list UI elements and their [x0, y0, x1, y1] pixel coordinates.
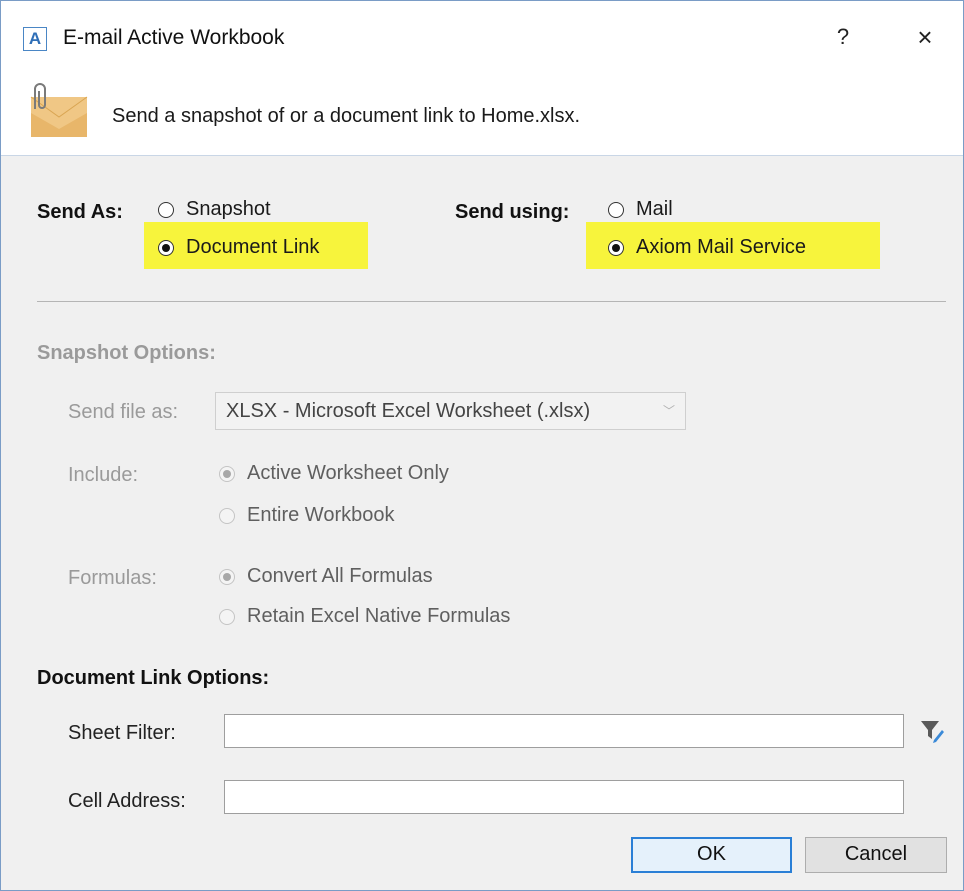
- close-button[interactable]: ×: [903, 19, 947, 55]
- cancel-button[interactable]: Cancel: [805, 837, 947, 873]
- header-description: Send a snapshot of or a document link to…: [112, 105, 581, 127]
- ok-button[interactable]: OK: [631, 837, 792, 873]
- radio-checked-icon[interactable]: [608, 239, 624, 256]
- formulas-label: Formulas:: [68, 567, 157, 589]
- formulas-retain-label: Retain Excel Native Formulas: [247, 605, 511, 627]
- radio-checked-icon[interactable]: [219, 568, 235, 585]
- dialog-header: Send a snapshot of or a document link to…: [1, 75, 963, 156]
- send-using-axiom-option[interactable]: Axiom Mail Service: [608, 236, 806, 259]
- radio-unchecked-icon[interactable]: [158, 201, 174, 218]
- send-using-mail-option[interactable]: Mail: [608, 198, 673, 221]
- email-workbook-dialog: A E-mail Active Workbook ? × Send a snap…: [0, 0, 964, 891]
- send-as-label: Send As:: [37, 201, 123, 223]
- formulas-convert-label: Convert All Formulas: [247, 565, 433, 587]
- send-as-snapshot-label: Snapshot: [186, 198, 271, 220]
- send-file-as-label: Send file as:: [68, 401, 179, 423]
- title-bar: A E-mail Active Workbook ? ×: [1, 1, 963, 75]
- include-label: Include:: [68, 464, 139, 486]
- send-using-axiom-label: Axiom Mail Service: [636, 236, 807, 258]
- send-using-mail-label: Mail: [636, 198, 673, 220]
- send-file-as-value: XLSX - Microsoft Excel Worksheet (.xlsx): [226, 400, 591, 422]
- dialog-body: Send As: Snapshot Document Link Send usi…: [1, 156, 963, 890]
- include-entire-workbook-label: Entire Workbook: [247, 504, 395, 526]
- include-entire-workbook-option[interactable]: Entire Workbook: [219, 504, 394, 527]
- send-as-snapshot-option[interactable]: Snapshot: [158, 198, 271, 221]
- mail-attachment-icon: [27, 83, 91, 144]
- filter-edit-icon[interactable]: [919, 718, 945, 749]
- formulas-retain-option[interactable]: Retain Excel Native Formulas: [219, 605, 510, 628]
- radio-unchecked-icon[interactable]: [219, 608, 235, 625]
- radio-unchecked-icon[interactable]: [219, 507, 235, 524]
- document-link-options-heading: Document Link Options:: [37, 667, 270, 689]
- section-divider: [37, 301, 946, 302]
- chevron-down-icon: ﹀: [662, 404, 675, 418]
- cell-address-label: Cell Address:: [68, 790, 186, 812]
- include-active-worksheet-label: Active Worksheet Only: [247, 462, 449, 484]
- app-icon: A: [23, 27, 47, 51]
- radio-checked-icon[interactable]: [219, 465, 235, 482]
- send-using-label: Send using:: [455, 201, 570, 223]
- snapshot-options-heading: Snapshot Options:: [37, 342, 216, 364]
- cell-address-input[interactable]: [224, 780, 904, 814]
- radio-unchecked-icon[interactable]: [608, 201, 624, 218]
- dialog-title: E-mail Active Workbook: [63, 26, 285, 49]
- sheet-filter-label: Sheet Filter:: [68, 722, 176, 744]
- send-as-document-link-label: Document Link: [186, 236, 320, 258]
- radio-checked-icon[interactable]: [158, 239, 174, 256]
- send-file-as-select[interactable]: XLSX - Microsoft Excel Worksheet (.xlsx)…: [215, 392, 686, 430]
- send-as-document-link-option[interactable]: Document Link: [158, 236, 319, 259]
- sheet-filter-input[interactable]: [224, 714, 904, 748]
- help-button[interactable]: ?: [823, 19, 863, 55]
- include-active-worksheet-option[interactable]: Active Worksheet Only: [219, 462, 449, 485]
- formulas-convert-option[interactable]: Convert All Formulas: [219, 565, 433, 588]
